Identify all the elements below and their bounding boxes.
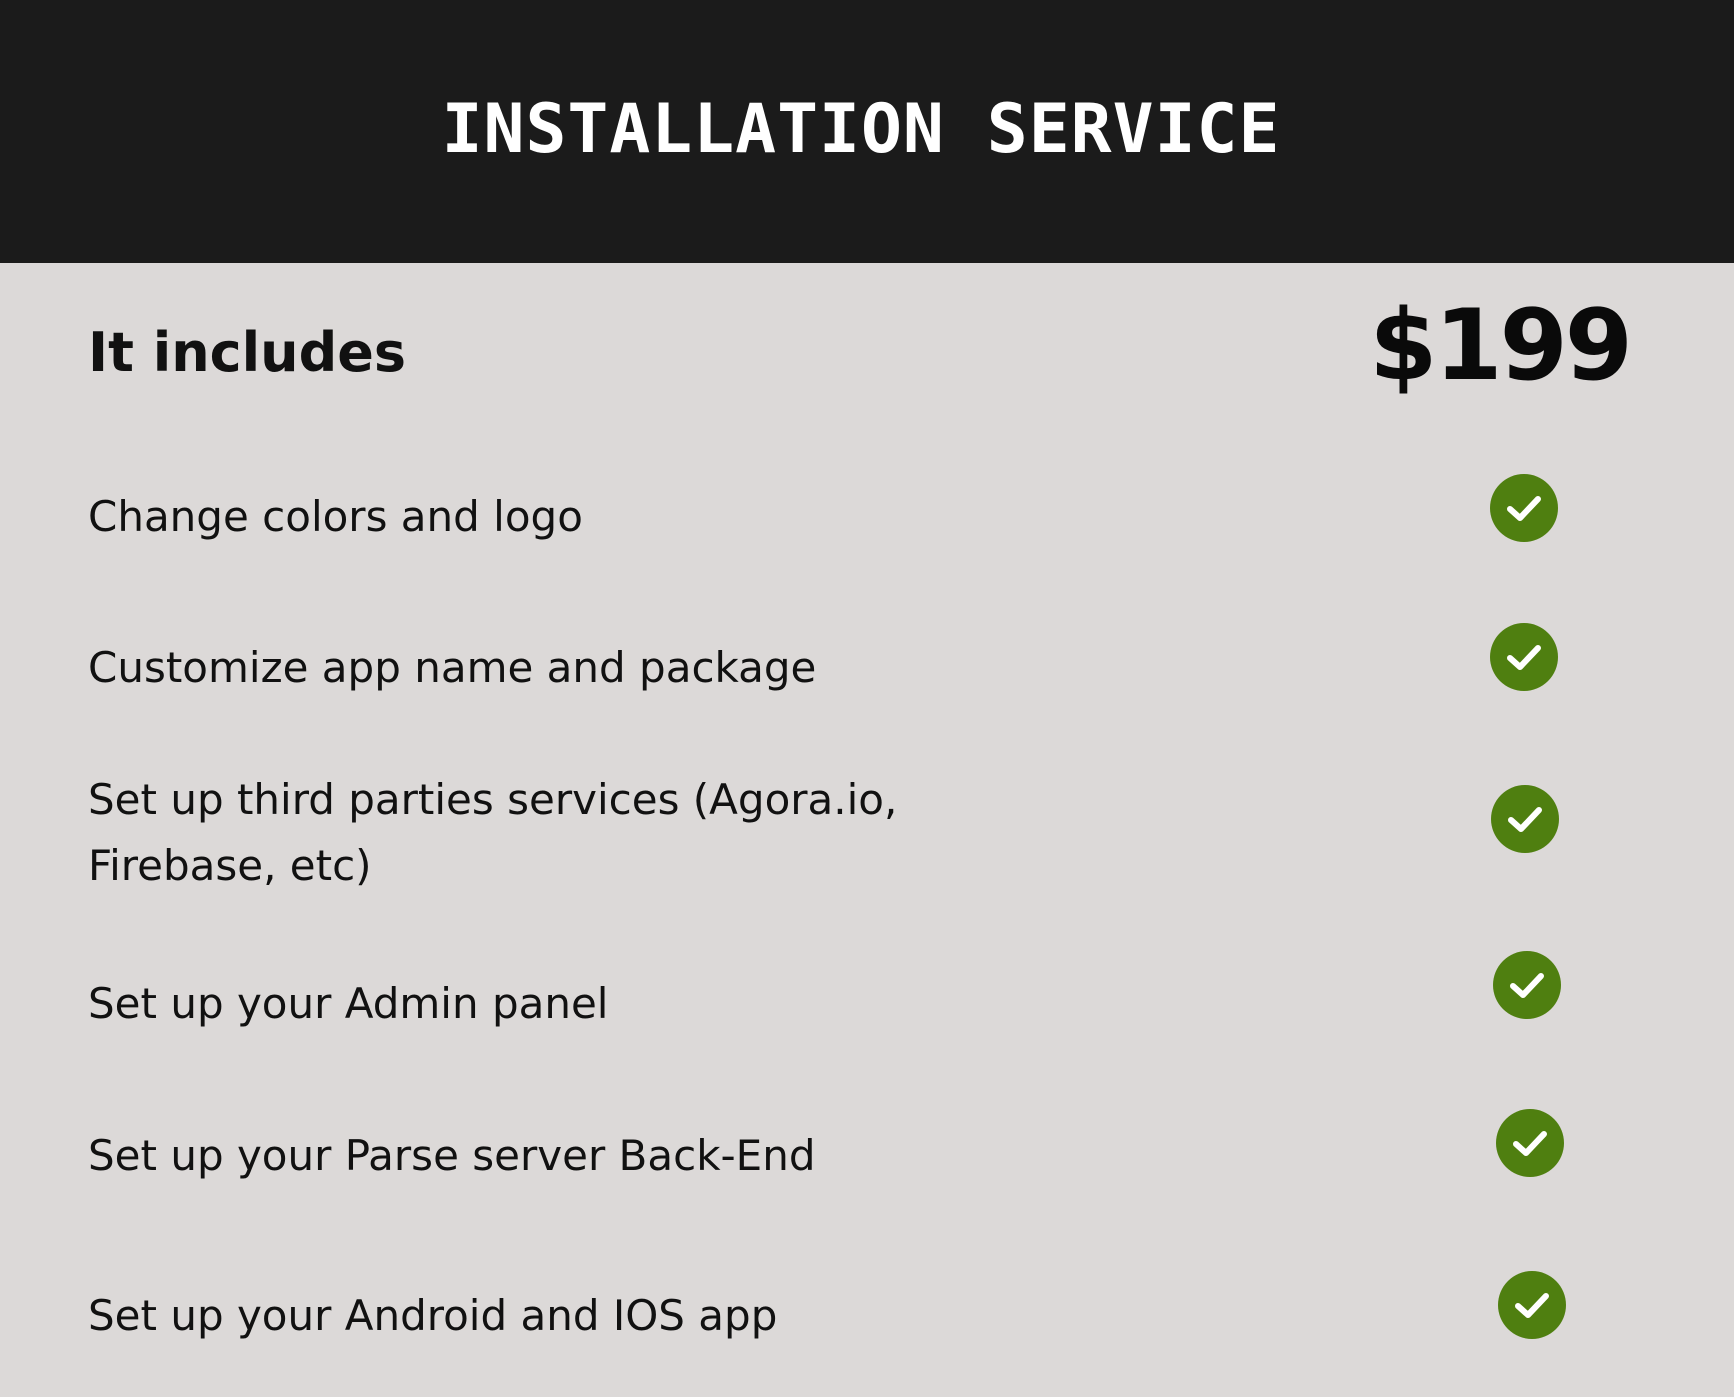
- check-circle-icon: [1493, 951, 1561, 1019]
- check-circle-icon: [1490, 623, 1558, 691]
- feature-label: Set up your Android and IOS app: [88, 1291, 778, 1340]
- includes-heading: It includes: [88, 321, 407, 384]
- header-bar: INSTALLATION SERVICE: [0, 0, 1734, 263]
- check-circle-icon: [1496, 1109, 1564, 1177]
- page-title: INSTALLATION SERVICE: [441, 90, 1281, 169]
- price-label: $199: [1369, 289, 1633, 403]
- feature-label: Set up third parties services (Agora.io,…: [88, 775, 898, 890]
- feature-label: Change colors and logo: [88, 492, 583, 541]
- check-circle-icon: [1491, 785, 1559, 853]
- check-circle-icon: [1490, 474, 1558, 542]
- check-circle-icon: [1498, 1271, 1566, 1339]
- feature-label: Set up your Admin panel: [88, 979, 609, 1028]
- feature-label: Customize app name and package: [88, 643, 817, 692]
- feature-label: Set up your Parse server Back-End: [88, 1131, 816, 1180]
